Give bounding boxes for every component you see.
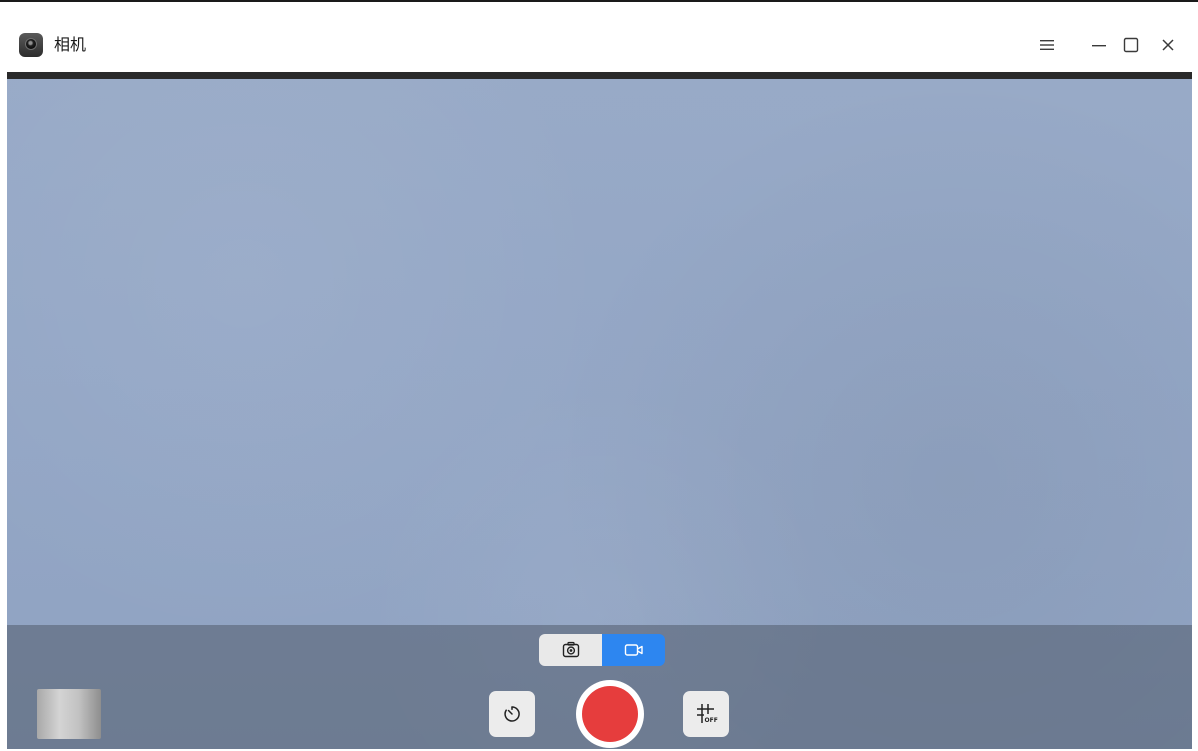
menu-button[interactable]: [1032, 30, 1062, 60]
title-bar: 相机: [7, 18, 1192, 72]
video-icon: [624, 644, 643, 656]
camera-app-icon: [19, 33, 43, 57]
minimize-icon: [1092, 45, 1106, 47]
timer-icon: [504, 706, 520, 722]
menu-icon: [1040, 40, 1054, 50]
record-button-fill: [582, 686, 638, 742]
video-mode-button[interactable]: [602, 634, 665, 666]
maximize-button[interactable]: [1116, 30, 1146, 60]
grid-off-icon: OFF: [697, 704, 718, 724]
camera-preview: OFF: [7, 72, 1192, 749]
timer-button[interactable]: [489, 691, 535, 737]
grid-off-label: OFF: [705, 717, 718, 724]
maximize-icon: [1123, 37, 1139, 53]
window-title: 相机: [54, 35, 87, 54]
photo-mode-button[interactable]: [539, 634, 602, 666]
close-button[interactable]: [1153, 30, 1183, 60]
camera-icon: [562, 641, 579, 658]
last-capture-thumbnail[interactable]: [37, 689, 101, 739]
camera-window: 相机 OFF: [7, 18, 1192, 749]
grid-button[interactable]: OFF: [683, 691, 729, 737]
camera-control-bar: OFF: [7, 625, 1192, 749]
minimize-button[interactable]: [1084, 30, 1114, 60]
screen-top-border: [0, 0, 1198, 2]
preview-top-border: [7, 72, 1192, 79]
mode-switch: [539, 634, 665, 666]
record-button[interactable]: [576, 680, 644, 748]
close-icon: [1162, 39, 1174, 51]
